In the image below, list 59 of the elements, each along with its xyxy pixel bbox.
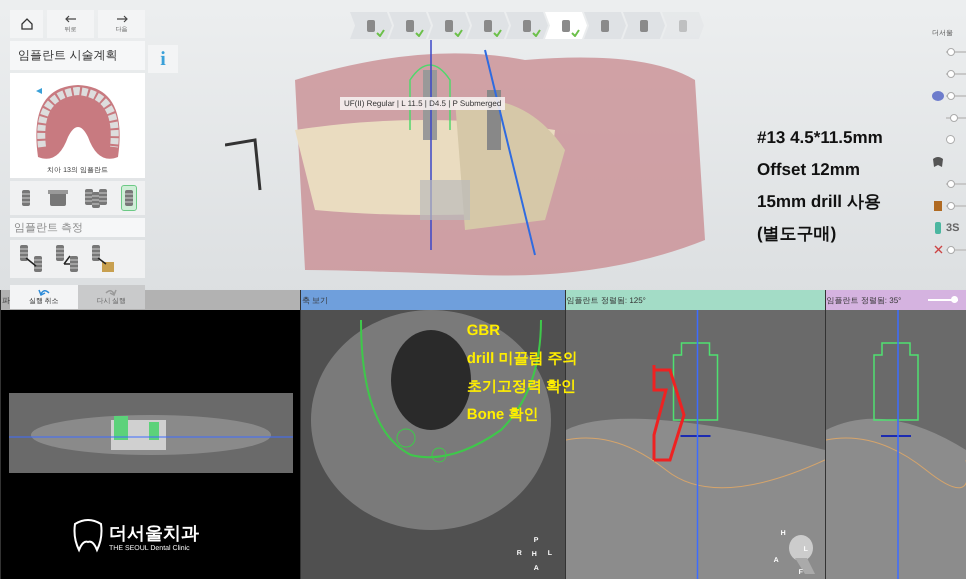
measure-tool-button[interactable] — [18, 244, 44, 274]
workflow-step[interactable] — [623, 12, 665, 39]
opacity-slider[interactable] — [946, 180, 966, 188]
annotation-text: GBR — [466, 321, 502, 341]
slider-thumb[interactable] — [946, 48, 955, 56]
view-title: 임플란트 정렬됨: 35° — [826, 296, 902, 305]
implant-icon — [20, 187, 32, 209]
cylinder-icon — [46, 187, 69, 209]
workflow-step[interactable] — [467, 12, 509, 39]
view-title: 임플란트 정렬됨: 125° — [566, 296, 646, 305]
slider-thumb[interactable] — [946, 246, 955, 254]
slider-thumb[interactable] — [946, 202, 955, 210]
implant-tooltip: UF(II) Regular | L 11.5 | D4.5 | P Submerged — [340, 97, 506, 110]
opacity-slider[interactable] — [946, 246, 966, 254]
slider-thumb[interactable] — [946, 70, 955, 78]
tooth-logo-icon — [71, 518, 105, 554]
implant-icon — [123, 187, 136, 209]
workflow-step[interactable] — [545, 12, 587, 39]
tooth-icon — [933, 156, 943, 166]
workflow-step[interactable] — [350, 12, 392, 39]
blob-icon — [932, 90, 944, 100]
toggle-circle[interactable] — [946, 135, 955, 144]
slider-thumb[interactable] — [946, 92, 955, 100]
measure-tool-button[interactable] — [54, 244, 80, 274]
opacity-slider[interactable] — [946, 48, 966, 56]
scissors-icon — [934, 245, 942, 254]
undo-icon — [38, 288, 50, 296]
slider-thumb[interactable] — [950, 296, 958, 303]
arrow-right-icon — [116, 14, 128, 22]
view-title: 파 — [2, 296, 10, 305]
panel-title: 임플란트 시술계획 — [10, 41, 145, 70]
slider-thumb[interactable] — [946, 180, 955, 188]
bone-measure-icon — [90, 244, 116, 274]
home-button[interactable] — [10, 10, 43, 38]
distance-icon — [18, 244, 44, 274]
workflow-step[interactable] — [584, 12, 626, 39]
workflow-step[interactable] — [506, 12, 548, 39]
arrow-left-icon — [64, 14, 76, 22]
home-icon — [20, 17, 34, 31]
implants-icon — [84, 187, 108, 209]
workflow-step[interactable] — [389, 12, 431, 39]
section-title: 임플란트 측정 — [10, 218, 145, 237]
redo-icon — [105, 288, 118, 296]
annotation-text: Offset 12mm — [757, 160, 861, 180]
workflow-step[interactable] — [428, 12, 470, 39]
clinic-name: 더서울치과 — [109, 522, 199, 544]
slider-thumb[interactable] — [950, 114, 958, 122]
badge-text: 3S — [946, 222, 960, 234]
view-title: 축 보기 — [302, 296, 328, 305]
annotation-text: 15mm drill 사용 — [757, 192, 882, 212]
cylinder-icon — [934, 200, 942, 210]
opacity-slider[interactable] — [946, 92, 966, 100]
opacity-slider[interactable] — [946, 70, 966, 78]
implant-icon — [935, 222, 941, 234]
annotation-text: (별도구매) — [757, 224, 838, 244]
annotation-text: #13 4.5*11.5mm — [757, 128, 883, 148]
implant-tool-button[interactable] — [121, 185, 138, 211]
opacity-slider[interactable] — [946, 202, 966, 210]
angle-icon — [54, 244, 80, 274]
